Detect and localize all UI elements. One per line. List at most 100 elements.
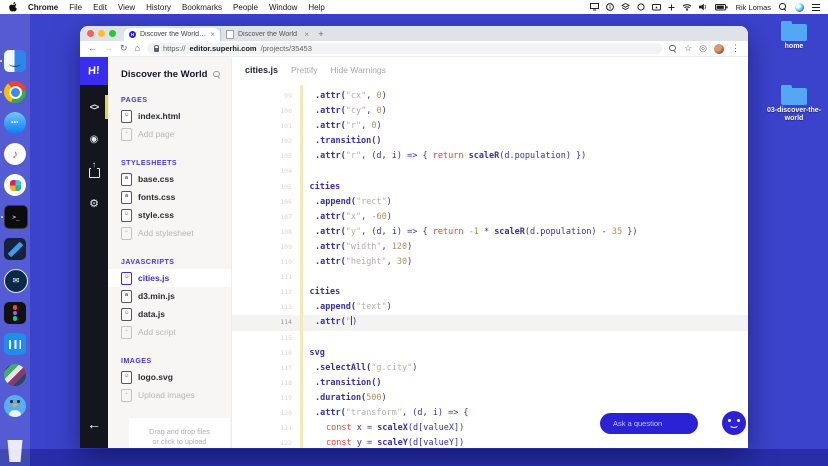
address-bar[interactable]: https://editor.superhi.com/projects/3545… [146, 43, 663, 54]
sidebar-item-index-html[interactable]: ☺ index.html [108, 107, 231, 125]
vinyl-icon[interactable] [4, 364, 26, 386]
trash-icon[interactable] [7, 440, 23, 462]
code-line-101[interactable]: 101 .attr("r", 0) [232, 119, 748, 134]
code-view-button[interactable]: <> [80, 95, 108, 119]
display-icon[interactable] [589, 3, 599, 11]
code-line-106[interactable]: 106 .append("rect") [232, 195, 748, 210]
finder-icon[interactable] [0, 50, 26, 72]
reload-button[interactable]: ↻ [120, 44, 128, 53]
profile-avatar[interactable] [714, 43, 724, 54]
help-smiley-button[interactable] [722, 411, 746, 435]
hide-warnings-button[interactable]: Hide Warnings [330, 65, 385, 75]
tab-0[interactable]: H Discover the World - Superhi × [124, 28, 220, 41]
code-line-117[interactable]: 117 .selectAll("g.city") [232, 361, 748, 376]
sidebar-item-data-js[interactable]: ☺ data.js [108, 305, 231, 323]
code-line-109[interactable]: 109 .attr("width", 120) [232, 240, 748, 255]
volume-icon[interactable] [698, 3, 708, 11]
info-icon[interactable] [605, 3, 614, 11]
code-line-108[interactable]: 108 .attr("y", (d, i) => { return -1 * sc… [232, 225, 748, 240]
upload-dropzone[interactable]: Drag and drop files or click to upload [129, 418, 230, 448]
sidebar-item-add-script[interactable]: + Add script [108, 323, 231, 341]
back-button[interactable]: ← [88, 44, 97, 53]
code-line-103[interactable]: 103 .attr("r", (d, i) => { return scaleR(… [232, 149, 748, 164]
menu-item-file[interactable]: File [69, 3, 82, 12]
code-line-99[interactable]: 99 .attr("cx", 0) [232, 89, 748, 104]
tab-close-button[interactable]: × [210, 30, 215, 39]
menu-item-chrome[interactable]: Chrome [28, 3, 58, 12]
menu-item-people[interactable]: People [233, 3, 258, 12]
code-line-104[interactable]: 104 [232, 164, 748, 179]
menu-item-history[interactable]: History [146, 3, 171, 12]
code-line-102[interactable]: 102 .transition() [232, 134, 748, 149]
menu-item-help[interactable]: Help [308, 3, 324, 12]
desktop-folder-home[interactable]: home [766, 20, 822, 51]
notification-center-icon[interactable] [812, 3, 820, 11]
code-line-114[interactable]: 114 .attr(") [232, 315, 748, 331]
sidebar-item-add-page[interactable]: + Add page [108, 125, 231, 143]
tab-close-button[interactable]: × [304, 30, 309, 39]
share-button[interactable] [80, 159, 108, 183]
desktop-folder-03-discover-the-world[interactable]: 03-discover-the-world [766, 84, 822, 123]
superhi-logo[interactable]: H! [80, 57, 108, 85]
code-line-105[interactable]: 105 cities [232, 180, 748, 195]
new-tab-button[interactable]: + [314, 29, 328, 39]
extension-icon[interactable]: ◎ [699, 44, 707, 53]
sidebar-item-fonts-css[interactable]: a fonts.css [108, 188, 231, 206]
menu-user-name[interactable]: Rik Lomas [736, 3, 771, 12]
menu-item-view[interactable]: View [118, 3, 135, 12]
terminal-icon[interactable]: >_ [1, 205, 28, 229]
code-line-111[interactable]: 111 [232, 270, 748, 285]
settings-button[interactable]: ⚙ [80, 191, 108, 215]
zoom-page-icon[interactable] [669, 44, 677, 53]
sidebar-item-style-css[interactable]: ☺ style.css [108, 206, 231, 224]
figma-icon[interactable] [4, 302, 26, 324]
code-line-115[interactable]: 115 [232, 331, 748, 346]
back-arrow-button[interactable]: ← [80, 416, 108, 432]
dropbox-icon[interactable] [620, 3, 630, 11]
menu-item-edit[interactable]: Edit [93, 3, 107, 12]
tab-1[interactable]: Discover the World × [220, 28, 314, 41]
sidebar-item-d3-min-js[interactable]: a d3.min.js [108, 287, 231, 305]
zoom-window-button[interactable] [109, 30, 116, 37]
sidebar-item-add-stylesheet[interactable]: + Add stylesheet [108, 224, 231, 242]
preview-button[interactable]: ◉ [80, 127, 108, 151]
forward-button[interactable]: → [104, 44, 113, 53]
sidebar-item-cities-js[interactable]: ☺ cities.js [108, 269, 231, 287]
code-line-116[interactable]: 116 svg [232, 346, 748, 361]
code-panel[interactable]: cities.js Prettify Hide Warnings 99 .attr… [232, 57, 748, 448]
vscode-icon[interactable] [4, 238, 26, 260]
open-file-tab[interactable]: cities.js [245, 65, 278, 75]
menu-item-window[interactable]: Window [269, 3, 297, 12]
code-line-112[interactable]: 112 cities [232, 285, 748, 300]
sidebar-item-base-css[interactable]: a base.css [108, 170, 231, 188]
prettify-button[interactable]: Prettify [291, 65, 317, 75]
chrome-icon[interactable] [0, 81, 26, 103]
mail-icon[interactable]: ✉ [4, 269, 28, 293]
code-line-100[interactable]: 100 .attr("cy", 0) [232, 104, 748, 119]
code-line-122[interactable]: 122 const y = scaleY(d[valueY]) [232, 436, 748, 448]
code-line-119[interactable]: 119 .duration(500) [232, 391, 748, 406]
search-icon[interactable] [213, 70, 221, 79]
ask-question-button[interactable]: Ask a question [600, 413, 698, 434]
close-window-button[interactable] [87, 30, 94, 37]
menu-item-bookmarks[interactable]: Bookmarks [182, 3, 222, 12]
slack-icon[interactable] [4, 174, 26, 196]
code-lines[interactable]: 99 .attr("cx", 0) 100 .attr("cy", 0) 101 .att… [232, 89, 748, 448]
bird-icon[interactable] [4, 395, 26, 417]
code-line-118[interactable]: 118 .transition() [232, 376, 748, 391]
wifi-icon[interactable] [682, 3, 692, 11]
spotlight-search-icon[interactable] [779, 3, 787, 11]
code-line-110[interactable]: 110 .attr("height", 30) [232, 255, 748, 270]
messages-icon[interactable]: ••• [4, 112, 26, 134]
home-button[interactable]: ⌂ [135, 44, 140, 53]
apple-menu-icon[interactable] [9, 2, 17, 12]
circle-icon[interactable] [636, 3, 645, 11]
code-line-107[interactable]: 107 .attr("x", -60) [232, 210, 748, 225]
browser-menu-icon[interactable]: ⋮ [731, 44, 740, 53]
sidebar-item-upload-images[interactable]: + Upload images [108, 386, 231, 404]
minimize-window-button[interactable] [98, 30, 105, 37]
code-line-113[interactable]: 113 .append("text") [232, 300, 748, 315]
plus-icon[interactable] [668, 4, 675, 11]
battery-icon[interactable] [714, 3, 728, 11]
sidebar-item-logo-svg[interactable]: ☺ logo.svg [108, 368, 231, 386]
